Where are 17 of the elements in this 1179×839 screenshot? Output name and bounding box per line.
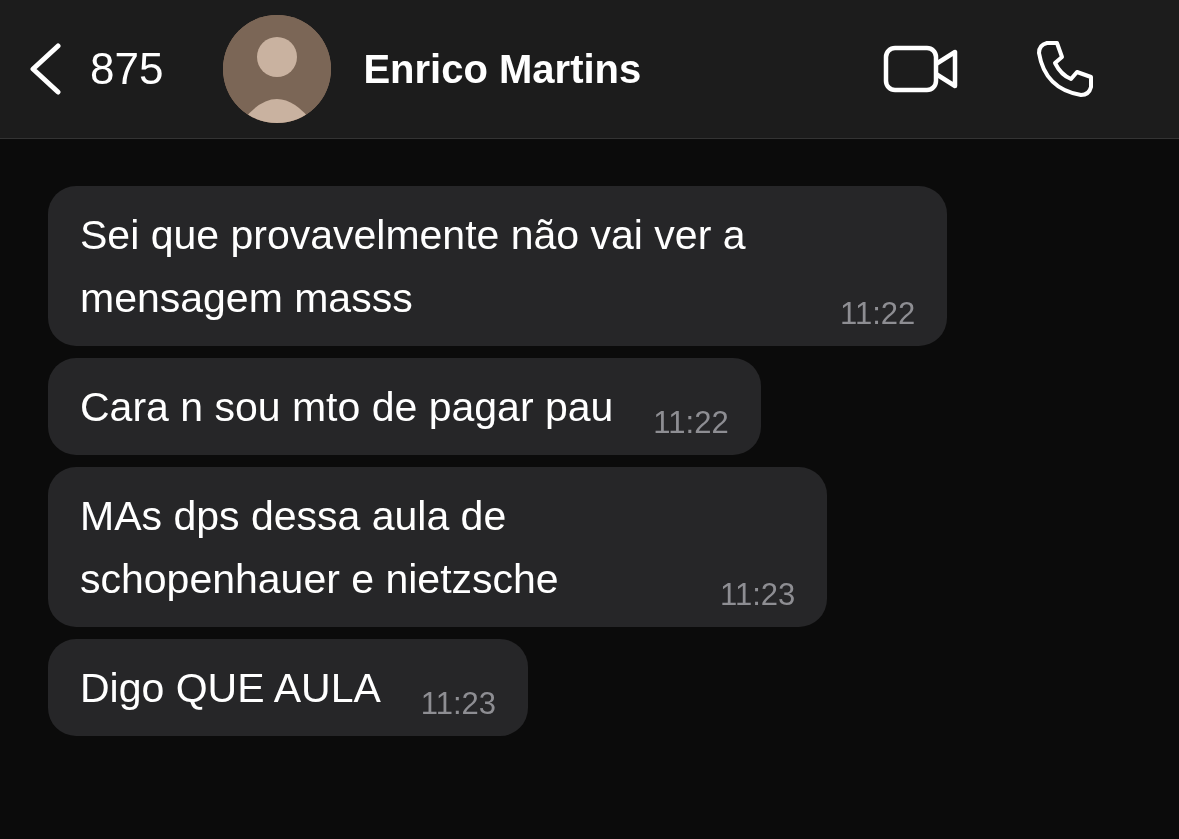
message-text: Cara n sou mto de pagar pau [80,383,614,432]
message-bubble[interactable]: Cara n sou mto de pagar pau 11:22 [48,358,761,455]
message-bubble[interactable]: Sei que provavelmente não vai ver a mensagem masss 11:22 [48,186,948,346]
message-text: Digo QUE AULA [80,664,381,713]
video-call-icon[interactable] [883,44,959,94]
back-chevron-icon[interactable] [28,43,62,95]
message-time: 11:23 [720,576,796,614]
message-bubble[interactable]: MAs dps dessa aula de schopenhauer e nietzsche 11:23 [48,467,828,627]
message-text: Sei que provavelmente não vai ver a mensagem masss [80,211,747,323]
message-bubble[interactable]: Digo QUE AULA 11:23 [48,639,529,736]
message-time: 11:22 [653,404,729,442]
phone-icon[interactable] [1035,39,1095,99]
contact-name[interactable]: Enrico Martins [363,39,642,99]
message-time: 11:23 [420,685,497,723]
message-time: 11:22 [840,295,916,333]
unread-count[interactable]: 875 [90,36,164,102]
message-text: MAs dps dessa aula de schopenhauer e nietzsche [80,492,560,604]
